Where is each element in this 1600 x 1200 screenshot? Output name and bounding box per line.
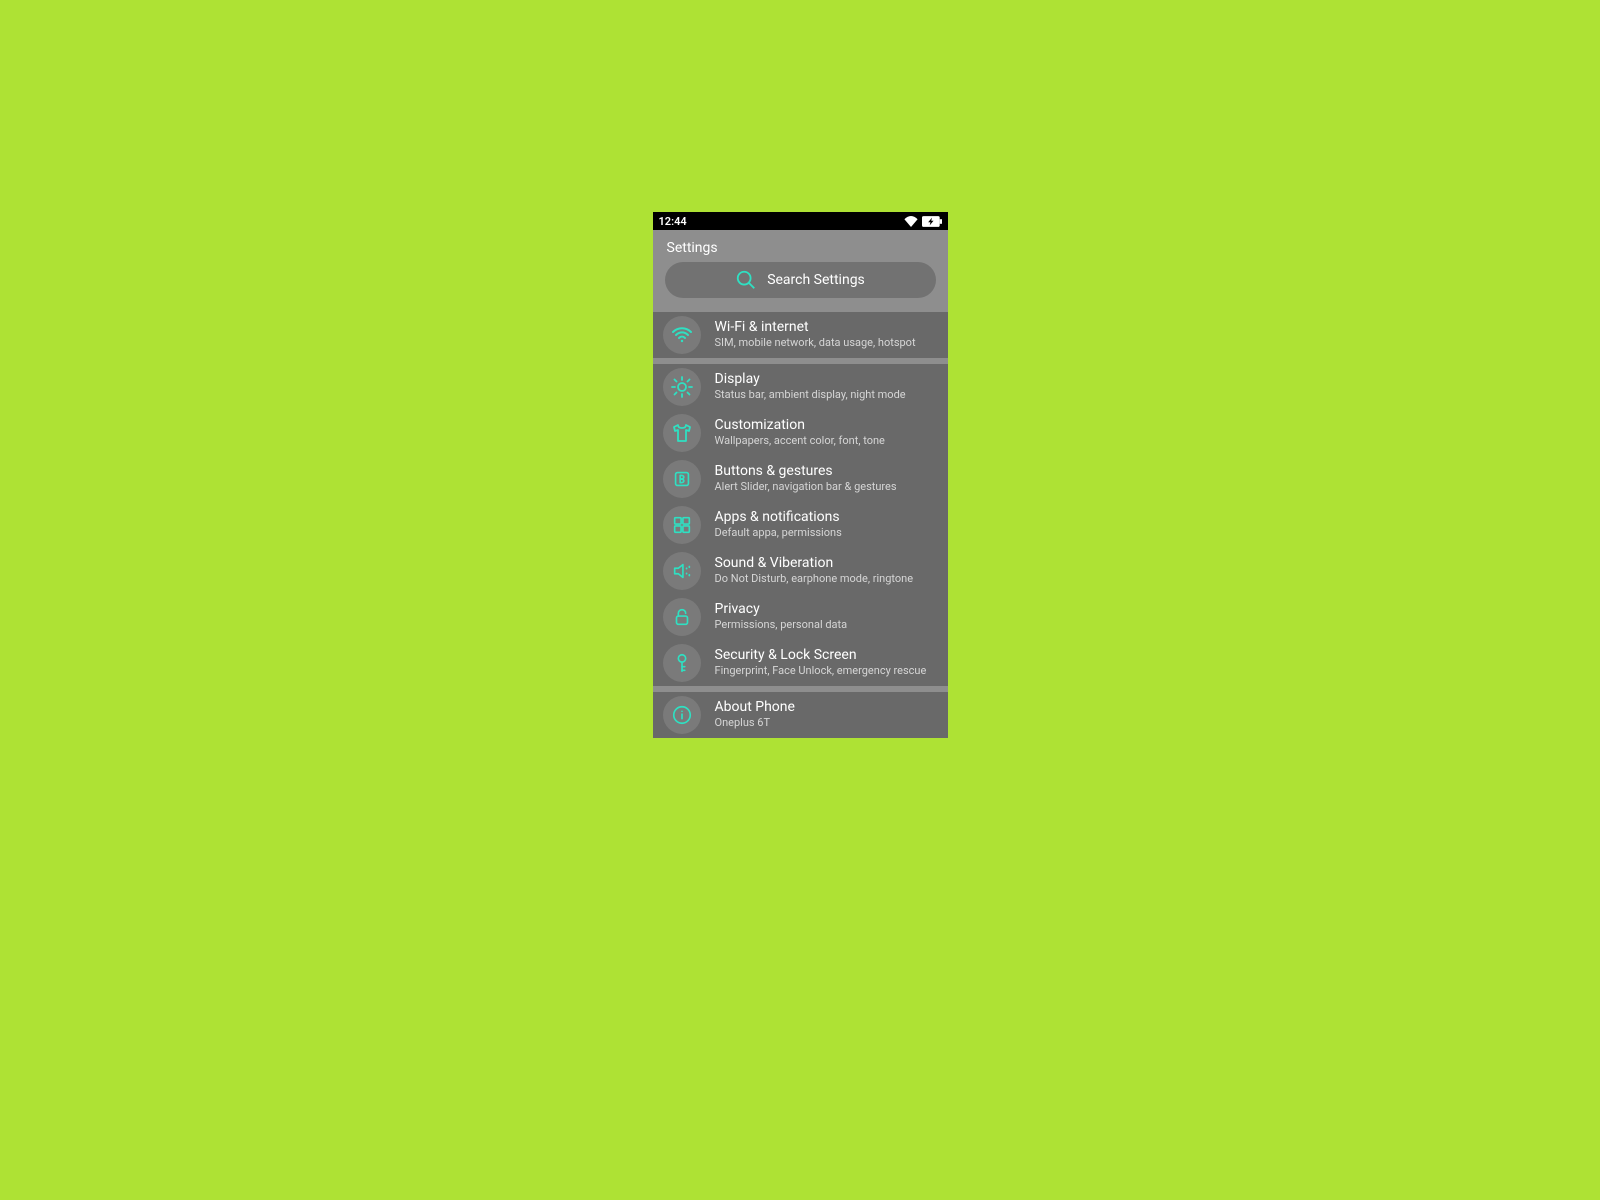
- row-title: Buttons & gestures: [715, 463, 897, 480]
- info-icon: [663, 696, 701, 734]
- row-title: Privacy: [715, 601, 848, 618]
- row-title: Display: [715, 371, 906, 388]
- row-subtitle: Wallpapers, accent color, font, tone: [715, 434, 885, 448]
- shirt-icon: [663, 414, 701, 452]
- button-icon: [663, 460, 701, 498]
- apps-icon: [663, 506, 701, 544]
- row-title: Security & Lock Screen: [715, 647, 927, 664]
- row-text: Customization Wallpapers, accent color, …: [715, 417, 885, 448]
- row-title: Wi-Fi & internet: [715, 319, 916, 336]
- row-subtitle: Default appa, permissions: [715, 526, 842, 540]
- status-bar: 12:44: [653, 212, 948, 230]
- settings-header: Settings Search Settings: [653, 230, 948, 306]
- settings-row-security[interactable]: Security & Lock Screen Fingerprint, Face…: [653, 640, 948, 686]
- row-text: Apps & notifications Default appa, permi…: [715, 509, 842, 540]
- row-text: About Phone Oneplus 6T: [715, 699, 795, 730]
- row-text: Wi-Fi & internet SIM, mobile network, da…: [715, 319, 916, 350]
- row-subtitle: Oneplus 6T: [715, 716, 795, 730]
- row-title: Customization: [715, 417, 885, 434]
- wifi-status-icon: [904, 216, 918, 227]
- row-text: Privacy Permissions, personal data: [715, 601, 848, 632]
- settings-group: Wi-Fi & internet SIM, mobile network, da…: [653, 312, 948, 358]
- row-title: About Phone: [715, 699, 795, 716]
- row-subtitle: Status bar, ambient display, night mode: [715, 388, 906, 402]
- settings-row-apps[interactable]: Apps & notifications Default appa, permi…: [653, 502, 948, 548]
- settings-row-buttons[interactable]: Buttons & gestures Alert Slider, navigat…: [653, 456, 948, 502]
- settings-row-sound[interactable]: Sound & Viberation Do Not Disturb, earph…: [653, 548, 948, 594]
- row-text: Display Status bar, ambient display, nig…: [715, 371, 906, 402]
- row-text: Sound & Viberation Do Not Disturb, earph…: [715, 555, 914, 586]
- row-text: Security & Lock Screen Fingerprint, Face…: [715, 647, 927, 678]
- status-icons: [904, 216, 942, 227]
- settings-group: Display Status bar, ambient display, nig…: [653, 364, 948, 686]
- row-subtitle: Alert Slider, navigation bar & gestures: [715, 480, 897, 494]
- row-subtitle: Permissions, personal data: [715, 618, 848, 632]
- settings-row-about[interactable]: About Phone Oneplus 6T: [653, 692, 948, 738]
- page-title: Settings: [667, 240, 936, 256]
- search-icon: [735, 269, 757, 291]
- key-icon: [663, 644, 701, 682]
- settings-row-wifi[interactable]: Wi-Fi & internet SIM, mobile network, da…: [653, 312, 948, 358]
- settings-row-privacy[interactable]: Privacy Permissions, personal data: [653, 594, 948, 640]
- row-title: Sound & Viberation: [715, 555, 914, 572]
- settings-group: About Phone Oneplus 6T: [653, 692, 948, 738]
- settings-row-customization[interactable]: Customization Wallpapers, accent color, …: [653, 410, 948, 456]
- lock-icon: [663, 598, 701, 636]
- status-time: 12:44: [659, 215, 687, 228]
- brightness-icon: [663, 368, 701, 406]
- row-subtitle: SIM, mobile network, data usage, hotspot: [715, 336, 916, 350]
- battery-charging-icon: [922, 216, 942, 227]
- row-subtitle: Do Not Disturb, earphone mode, ringtone: [715, 572, 914, 586]
- wifi-icon: [663, 316, 701, 354]
- row-title: Apps & notifications: [715, 509, 842, 526]
- phone-frame: 12:44 Settings Search Sett: [653, 212, 948, 738]
- row-text: Buttons & gestures Alert Slider, navigat…: [715, 463, 897, 494]
- row-subtitle: Fingerprint, Face Unlock, emergency resc…: [715, 664, 927, 678]
- search-placeholder: Search Settings: [767, 272, 865, 288]
- settings-row-display[interactable]: Display Status bar, ambient display, nig…: [653, 364, 948, 410]
- sound-icon: [663, 552, 701, 590]
- search-settings-bar[interactable]: Search Settings: [665, 262, 936, 298]
